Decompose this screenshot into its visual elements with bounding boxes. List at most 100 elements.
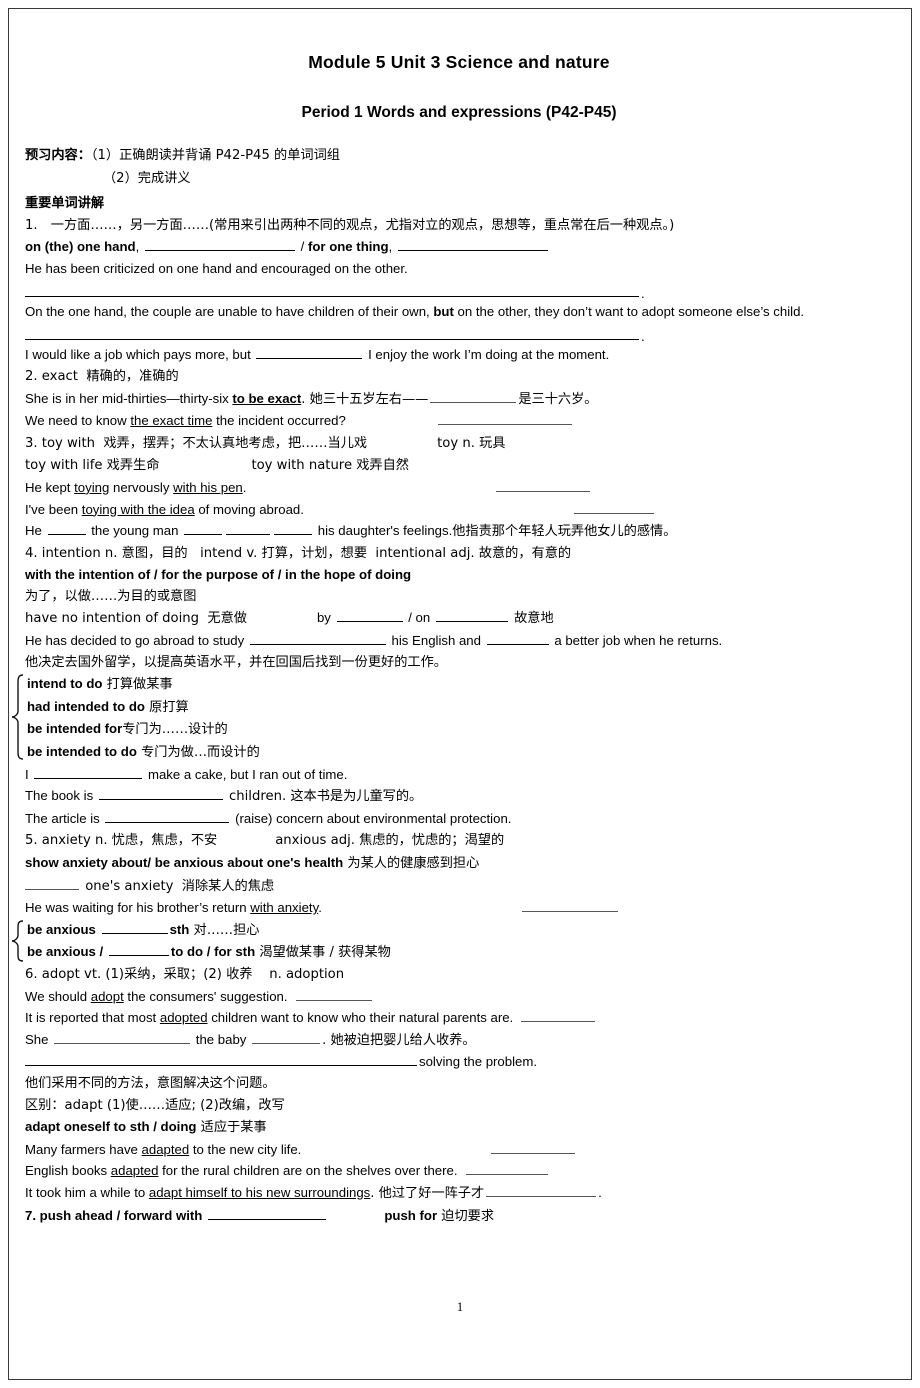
ex3-a: He [25,523,46,539]
phrase-with-anxiety: with anxiety [250,900,319,916]
ex3-b: the baby [192,1031,251,1047]
entry-5-brace-item: be anxious sth 对……担心 [27,919,893,942]
phrase-toy-with-nature: toy with nature 戏弄自然 [251,458,409,474]
phrase-show-anxiety-about-cn: 为某人的健康感到担心 [343,856,480,871]
answer-blank[interactable] [486,1183,597,1197]
answer-blank[interactable] [573,500,654,514]
phrase-be-intended-for: be intended for [27,721,123,737]
ex2-pre: It is reported that most [25,1010,160,1026]
entry-5-example-1: He was waiting for his brother’s return … [25,897,893,919]
answer-rule-row: . [25,323,893,344]
entry-6-example-3: She the baby . 她被迫把婴儿给人收养。 [25,1029,893,1052]
entry-6-example-7: It took him a while to adapt himself to … [25,1182,893,1205]
ex1-mid: nervously [109,479,174,495]
entry-6-example-4-cn: 他们采用不同的方法，意图解决这个问题。 [25,1075,276,1091]
answer-rule[interactable] [25,296,639,298]
answer-blank[interactable] [521,1008,596,1023]
ex7-mid: . 他过了好一阵子才 [370,1185,485,1201]
answer-blank[interactable] [34,765,143,779]
phrase-for-one-thing: for one thing [307,239,389,255]
answer-blank[interactable] [226,521,271,536]
ex2-post: on the other, they don’t want to adopt s… [453,304,805,320]
ex1-a: He has decided to go abroad to study [25,633,248,649]
entry-5-brace-item: be anxious / to do / for sth 渴望做某事 / 获得某… [27,941,893,964]
answer-blank[interactable] [295,987,372,1001]
entry-7-line: 7. push ahead / forward with push for 迫切要… [25,1205,893,1228]
answer-blank[interactable] [108,942,169,957]
entry-6-example-4: solving the problem. [25,1051,893,1073]
entry-6-example-5: Many farmers have adapted to the new cit… [25,1139,893,1161]
page-subtitle: Period 1 Words and expressions (P42-P45) [301,104,617,121]
answer-blank[interactable] [184,521,223,536]
answer-blank[interactable] [54,1030,191,1044]
entry-4-brace-item: had intended to do 原打算 [27,696,893,719]
answer-blank[interactable] [25,876,79,890]
answer-blank[interactable] [144,237,295,252]
ex1-post: 是三十六岁。 [518,391,598,407]
ex1-post: . [318,900,322,916]
ex6-post: for the rural children are on the shelve… [158,1163,458,1179]
answer-rule[interactable] [25,339,639,341]
by-label: by [316,610,335,626]
entry-3-heading: 3. toy with 戏弄，摆弄；不太认真地考虑，把……当儿戏 toy n. 玩… [25,432,893,455]
curly-brace-icon [11,673,25,763]
ex1-pre: He kept [25,479,75,495]
answer-blank[interactable] [397,237,548,252]
entry-1-example-3: I would like a job which pays more, but … [25,344,893,366]
document-page: Module 5 Unit 3 Science and nature Perio… [0,0,920,1388]
word-toying: toying [74,479,110,495]
answer-blank[interactable] [491,1140,576,1154]
phrase-be-intended-to-do: be intended to do [27,744,137,760]
page-number: 1 [456,1300,464,1314]
phrase-be-anxious-to-do-post: to do / for sth [170,944,256,960]
word-adapted: adapted [110,1163,159,1179]
comma-2: , [388,239,396,255]
answer-blank[interactable] [101,920,168,934]
answer-blank[interactable] [486,631,549,646]
preview-line-2: （2）完成讲义 [25,167,893,190]
phrase-adapt-oneself-to-cn: 适应于某事 [196,1120,267,1136]
ex2-post: children want to know who their natural … [207,1010,514,1026]
answer-blank[interactable] [521,898,618,913]
word-adopt: adopt [90,988,124,1004]
answer-blank[interactable] [336,608,403,623]
slash-1: / [296,239,308,255]
answer-blank[interactable] [430,389,517,403]
answer-blank[interactable] [208,1206,327,1220]
phrase-with-his-pen: with his pen [173,479,243,495]
ex3-pre: I would like a job which pays more, but [25,347,255,363]
entry-4-example-2: I make a cake, but I ran out of time. [25,764,893,786]
ex2-post: of moving abroad. [194,501,304,517]
phrase-the-exact-time: the exact time [130,413,213,429]
section-heading: 重要单词讲解 [25,196,105,212]
entry-4-example-1: He has decided to go abroad to study his… [25,630,893,652]
phrase-be-anxious-to-do-cn: 渴望做某事 / 获得某物 [255,945,391,961]
answer-blank[interactable] [252,1030,321,1044]
entry-6-heading: 6. adopt vt. (1)采纳，采取；(2) 收养 n. adoption [25,966,345,982]
phrase-toy-with-life: toy with life 戏弄生命 [25,458,160,474]
ex2-b: make a cake, but I ran out of time. [144,766,348,782]
answer-blank[interactable] [256,345,363,360]
entry-6-distinction: 区别：adapt (1)使……适应; (2)改编，改写 [25,1097,285,1113]
answer-blank[interactable] [435,608,508,623]
answer-blank[interactable] [465,1161,548,1176]
ex1-mid: . 她三十五岁左右—— [301,391,429,407]
answer-blank[interactable] [25,1052,417,1067]
phrase-toying-with-the-idea: toying with the idea [81,501,195,517]
entry-6-example-6: English books adapted for the rural chil… [25,1160,893,1182]
answer-blank[interactable] [105,809,230,823]
answer-blank[interactable] [249,631,386,646]
phrase-to-be-exact: to be exact [232,390,302,406]
on-label: / on [404,610,434,626]
ex4-post: solving the problem. [419,1054,538,1070]
ex3-b: the young man [87,523,183,539]
phrase-have-no-intention: have no intention of doing 无意做 [25,611,247,627]
phrase-push-for: push for [384,1207,438,1223]
answer-blank[interactable] [98,786,223,801]
answer-blank[interactable] [437,411,572,426]
phrase-on-one-hand: on (the) one hand [25,239,136,255]
answer-blank[interactable] [274,521,313,536]
answer-blank[interactable] [496,478,591,492]
answer-blank[interactable] [47,521,86,536]
phrase-intend-to-do-cn: 打算做某事 [102,677,173,693]
